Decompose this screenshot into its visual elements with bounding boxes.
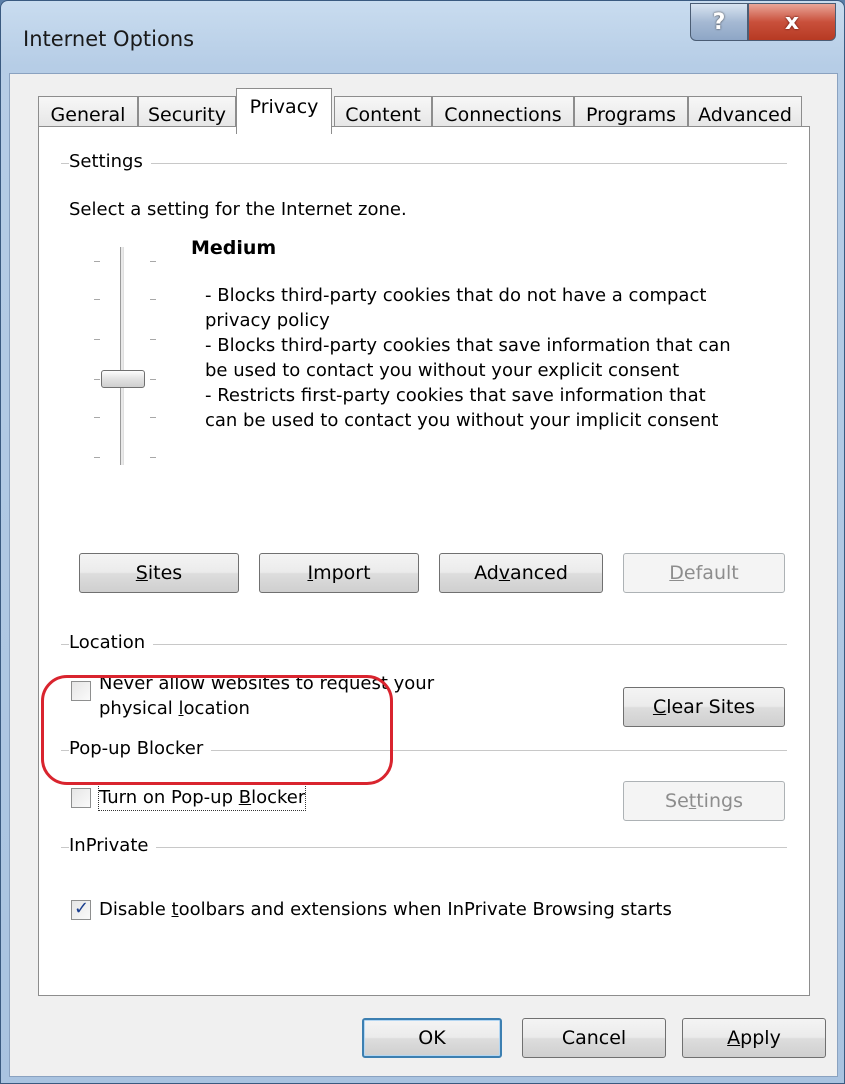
label-part: oolbars and extensions when InPrivate Br… [178,899,672,920]
dialog-client-area: General Security Privacy Content Connect… [9,73,838,1077]
button-label-part: tings [696,790,743,812]
sites-button[interactable]: Sites [79,553,239,593]
tab-label: General [50,103,126,126]
privacy-level-name: Medium [191,237,277,259]
slider-tick [150,261,156,262]
button-access-key: t [688,790,697,812]
tab-label: Privacy [249,95,319,118]
slider-tick [94,261,100,262]
description-line: privacy policy [205,310,330,331]
button-label-part: anced [510,562,568,584]
ok-button[interactable]: OK [362,1018,502,1058]
button-label-part: ites [147,562,183,584]
button-access-key: v [498,562,511,584]
label-part: Disable [99,899,172,920]
inprivate-divider [61,847,787,848]
description-line: - Restricts first-party cookies that sav… [205,385,706,406]
popup-blocker-highlight-annotation [41,675,393,785]
description-line: can be used to contact you without your … [205,410,719,431]
description-line: - Blocks third-party cookies that save i… [205,335,731,356]
popup-settings-button[interactable]: Se t tings [623,781,785,821]
disable-toolbars-label[interactable]: Disable toolbars and extensions when InP… [99,897,672,922]
slider-tick [150,417,156,418]
tab-label: Content [345,103,421,126]
privacy-level-description: - Blocks third-party cookies that do not… [205,283,775,433]
location-section-label: Location [69,632,154,653]
slider-thumb[interactable] [101,370,145,388]
button-label: Cancel [561,1027,627,1049]
settings-divider [61,163,787,164]
slider-tick [94,299,100,300]
button-label-part: Ad [474,562,499,584]
button-label-part: mport [313,562,371,584]
button-access-key: D [669,562,684,584]
location-divider [61,644,787,645]
description-line: - Blocks third-party cookies that do not… [205,285,707,306]
slider-tick [150,379,156,380]
popup-blocker-label[interactable]: Turn on Pop-up Blocker [97,784,307,811]
import-button[interactable]: Import [259,553,419,593]
popup-blocker-checkbox[interactable] [71,788,91,808]
zone-instruction: Select a setting for the Internet zone. [69,199,407,220]
button-label: OK [418,1027,446,1049]
close-icon: x [784,9,800,35]
help-icon: ? [712,9,726,35]
tab-label: Security [147,103,227,126]
disable-toolbars-checkbox[interactable] [71,898,91,920]
description-line: be used to contact you without your expl… [205,360,680,381]
slider-tick [94,379,100,380]
label-access-key: B [238,787,252,808]
internet-options-window: Internet Options ? x General Security Pr… [0,0,845,1084]
clear-sites-button[interactable]: Clear Sites [623,687,785,727]
close-button[interactable]: x [748,3,836,41]
slider-tick [150,457,156,458]
slider-tick [150,299,156,300]
slider-tick [150,339,156,340]
button-access-key: S [135,562,148,584]
button-label-part: efault [683,562,739,584]
inprivate-section-label: InPrivate [69,835,157,856]
slider-track [120,247,124,465]
cancel-button[interactable]: Cancel [522,1018,666,1058]
privacy-tab-panel: Settings Select a setting for the Intern… [38,126,810,996]
button-access-key: A [727,1027,741,1049]
settings-section-label: Settings [69,151,151,172]
tab-label: Connections [444,103,562,126]
apply-button[interactable]: Apply [682,1018,826,1058]
advanced-button[interactable]: Ad v anced [439,553,603,593]
button-label-part: lear Sites [666,696,756,718]
tab-label: Programs [585,103,677,126]
slider-tick [94,339,100,340]
title-bar: Internet Options ? x [1,1,844,73]
tab-privacy[interactable]: Privacy [236,88,332,134]
button-label-part: pply [740,1027,781,1049]
slider-tick [94,417,100,418]
button-label-part: Se [665,790,689,812]
slider-tick [94,457,100,458]
button-access-key: C [652,696,667,718]
label-access-key: t [171,899,179,920]
window-title: Internet Options [23,27,195,51]
tab-label: Advanced [698,103,792,126]
help-button[interactable]: ? [690,3,748,41]
label-part: Turn on Pop-up [99,787,239,808]
default-button[interactable]: Default [623,553,785,593]
label-part: locker [251,787,306,808]
